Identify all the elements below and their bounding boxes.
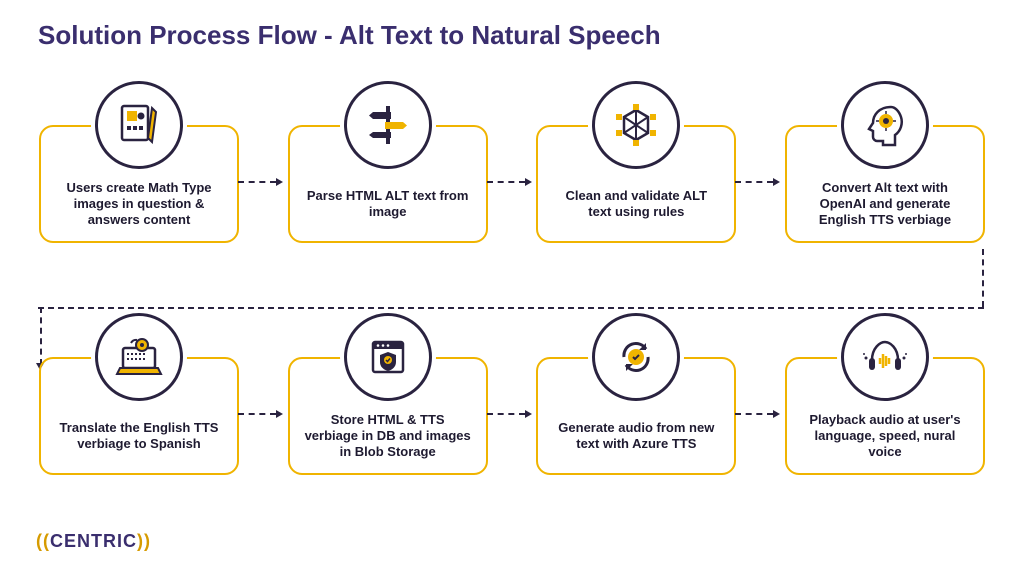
step-3: Clean and validate ALT text using rules xyxy=(531,81,741,243)
step-text: Translate the English TTS verbiage to Sp… xyxy=(55,420,223,453)
page-title: Solution Process Flow - Alt Text to Natu… xyxy=(38,20,994,51)
logo-bracket-right: )) xyxy=(137,531,151,551)
step-5: Translate the English TTS verbiage to Sp… xyxy=(34,313,244,475)
flow-arrow xyxy=(487,181,532,183)
step-6: Store HTML & TTS verbiage in DB and imag… xyxy=(283,313,493,475)
flow-row-2: Translate the English TTS verbiage to Sp… xyxy=(30,313,994,475)
brand-logo: ((CENTRIC)) xyxy=(36,531,151,552)
flow-connector xyxy=(38,307,984,309)
logo-text: CENTRIC xyxy=(50,531,137,551)
flow-arrow xyxy=(238,413,283,415)
step-text: Users create Math Type images in questio… xyxy=(55,180,223,229)
flow-row-1: Users create Math Type images in questio… xyxy=(30,81,994,243)
ai-head-icon xyxy=(841,81,929,169)
step-text: Playback audio at user's language, speed… xyxy=(801,412,969,461)
step-2: Parse HTML ALT text from image xyxy=(283,81,493,243)
refresh-audio-icon xyxy=(592,313,680,401)
process-flow: Users create Math Type images in questio… xyxy=(30,81,994,475)
step-text: Store HTML & TTS verbiage in DB and imag… xyxy=(304,412,472,461)
logo-bracket-left: (( xyxy=(36,531,50,551)
step-8: Playback audio at user's language, speed… xyxy=(780,313,990,475)
document-icon xyxy=(95,81,183,169)
cube-icon xyxy=(592,81,680,169)
flow-arrow xyxy=(735,181,780,183)
headphones-voice-icon xyxy=(841,313,929,401)
step-1: Users create Math Type images in questio… xyxy=(34,81,244,243)
database-shield-icon xyxy=(344,313,432,401)
step-4: Convert Alt text with OpenAI and generat… xyxy=(780,81,990,243)
step-text: Convert Alt text with OpenAI and generat… xyxy=(801,180,969,229)
flow-arrow xyxy=(487,413,532,415)
step-text: Clean and validate ALT text using rules xyxy=(552,188,720,221)
step-text: Generate audio from new text with Azure … xyxy=(552,420,720,453)
flow-arrow xyxy=(735,413,780,415)
step-text: Parse HTML ALT text from image xyxy=(304,188,472,221)
signpost-icon xyxy=(344,81,432,169)
flow-connector xyxy=(982,249,984,307)
flow-arrow xyxy=(238,181,283,183)
step-7: Generate audio from new text with Azure … xyxy=(531,313,741,475)
translate-laptop-icon xyxy=(95,313,183,401)
